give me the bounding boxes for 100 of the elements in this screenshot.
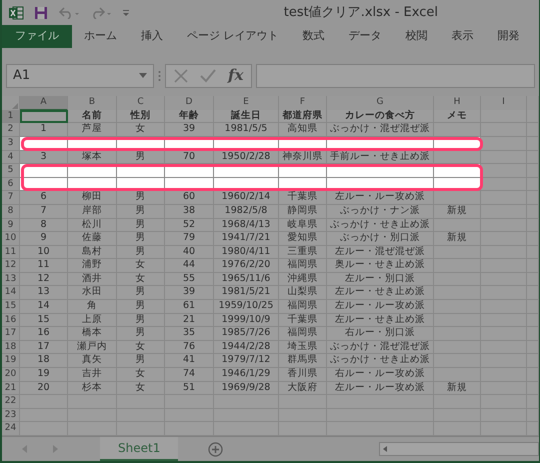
row-header[interactable]: 18 xyxy=(2,340,20,354)
row-header[interactable]: 7 xyxy=(2,191,20,205)
table-cell: ぶっかけ・混ぜ混ぜ派 xyxy=(327,123,434,137)
redo-icon[interactable] xyxy=(90,6,112,19)
row-header[interactable]: 12 xyxy=(2,259,20,273)
ribbon-tab[interactable]: 挿入 xyxy=(129,25,175,48)
table-cell: 左ルー・せき止め派 xyxy=(327,314,434,328)
row-header[interactable]: 10 xyxy=(2,232,20,246)
horizontal-scrollbar[interactable] xyxy=(379,442,539,456)
table-cell: 千葉県 xyxy=(279,314,327,328)
table-cell: 7 xyxy=(20,204,68,219)
ribbon-tab[interactable]: 校閲 xyxy=(394,25,440,48)
ribbon-tab[interactable]: ページ レイアウト xyxy=(175,25,290,48)
table-cell: 群馬県 xyxy=(279,354,327,368)
row-header[interactable]: 15 xyxy=(2,300,20,314)
name-box[interactable]: A1 xyxy=(6,64,154,88)
table-cell: 上原 xyxy=(68,314,117,328)
column-header[interactable]: A xyxy=(20,96,68,111)
table-cell: 14 xyxy=(20,300,68,314)
table-cell: 三重県 xyxy=(279,246,327,260)
checkmark-icon[interactable] xyxy=(200,68,216,83)
formula-field[interactable] xyxy=(256,64,535,88)
row-header[interactable]: 14 xyxy=(2,286,20,300)
table-cell: 島村 xyxy=(68,246,117,260)
scroll-left-icon[interactable] xyxy=(22,445,28,454)
table-cell: 角 xyxy=(68,300,117,314)
table-cell: 山梨県 xyxy=(279,286,327,300)
table-cell: 埼玉県 xyxy=(279,340,327,354)
table-cell: 1980/4/11 xyxy=(214,246,279,260)
table-cell: ぶっかけ・別口派 xyxy=(327,232,434,246)
row-header[interactable]: 8 xyxy=(2,204,20,219)
row-header[interactable]: 6 xyxy=(2,178,20,192)
table-cell: 瀬戸内 xyxy=(68,340,117,354)
row-header[interactable]: 20 xyxy=(2,368,20,382)
row-header[interactable]: 9 xyxy=(2,218,20,232)
row-header[interactable]: 1 xyxy=(2,110,20,124)
cell-reference: A1 xyxy=(13,66,30,85)
dropdown-caret-icon[interactable] xyxy=(139,73,147,78)
cancel-icon[interactable] xyxy=(174,68,188,83)
customize-caret-icon[interactable] xyxy=(122,8,130,17)
row-header[interactable]: 2 xyxy=(2,123,20,137)
table-cell: 1999/10/9 xyxy=(214,314,279,328)
table-cell: 塚本 xyxy=(68,150,117,164)
table-cell: 1981/5/5 xyxy=(214,123,279,137)
table-cell: 1985/7/26 xyxy=(214,327,279,341)
table-cell: 都道府県 xyxy=(279,110,327,124)
row-header[interactable]: 13 xyxy=(2,272,20,286)
ribbon-tab[interactable]: 数式 xyxy=(290,25,336,48)
save-icon[interactable] xyxy=(34,6,48,20)
table-cell: 1976/2/20 xyxy=(214,259,279,273)
sheet-tab[interactable]: Sheet1 xyxy=(100,437,178,462)
row-header[interactable]: 23 xyxy=(2,408,20,422)
grip-dots-icon xyxy=(158,70,161,82)
undo-icon[interactable] xyxy=(58,6,80,19)
table-cell: 芦屋 xyxy=(68,123,117,137)
table-cell: 21 xyxy=(165,314,214,328)
table-cell: 3 xyxy=(20,150,68,164)
table-cell: 橋本 xyxy=(68,327,117,341)
table-cell: 38 xyxy=(165,204,214,219)
table-cell: 6 xyxy=(20,191,68,205)
row-header[interactable]: 16 xyxy=(2,314,20,328)
row-header[interactable]: 3 xyxy=(2,136,20,151)
table-cell: 福岡県 xyxy=(279,300,327,314)
table-cell: ぶっかけ・混ぜ混ぜ派 xyxy=(327,340,434,354)
table-cell: 左ルー・ルー攻め派 xyxy=(327,191,434,205)
ribbon-tab[interactable]: ホーム xyxy=(72,25,129,48)
row-header[interactable]: 17 xyxy=(2,327,20,341)
table-cell: 奥ルー・せき止め派 xyxy=(327,259,434,273)
row-header[interactable]: 4 xyxy=(2,150,20,164)
select-all-corner-icon[interactable] xyxy=(12,102,18,109)
scroll-right-icon[interactable] xyxy=(52,445,58,454)
table-cell: 右ルー・ルー攻め派 xyxy=(327,368,434,382)
window-title: test値クリア.xlsx - Excel xyxy=(282,4,439,22)
row-header[interactable]: 22 xyxy=(2,395,20,409)
table-cell: 千葉県 xyxy=(279,191,327,205)
row-header[interactable]: 11 xyxy=(2,246,20,260)
insert-function-button[interactable]: fx xyxy=(228,64,244,87)
table-cell: 1 xyxy=(20,123,68,137)
row-header[interactable]: 5 xyxy=(2,164,20,178)
table-cell: 1946/1/29 xyxy=(214,368,279,382)
row-header[interactable]: 19 xyxy=(2,354,20,368)
row-header[interactable]: 21 xyxy=(2,382,20,396)
table-cell: 女 xyxy=(117,259,165,273)
ribbon-tab[interactable]: 表示 xyxy=(440,25,486,48)
table-cell: 左ルー・別口派 xyxy=(327,272,434,286)
table-cell: 男 xyxy=(117,300,165,314)
row-header[interactable]: 24 xyxy=(2,422,20,436)
ribbon-tab[interactable]: 開発 xyxy=(486,25,532,48)
file-tab[interactable]: ファイル xyxy=(2,25,72,48)
table-cell: 1979/7/12 xyxy=(214,354,279,368)
table-cell: 40 xyxy=(165,246,214,260)
table-cell: 浦野 xyxy=(68,259,117,273)
table-cell: ぶっかけ・せき止め派 xyxy=(327,218,434,232)
table-cell: 1941/7/21 xyxy=(214,232,279,246)
table-cell: 水田 xyxy=(68,286,117,300)
table-cell: 1969/9/28 xyxy=(214,382,279,396)
add-sheet-icon[interactable] xyxy=(208,442,224,457)
table-cell: 高知県 xyxy=(279,123,327,137)
table-cell: 左ルー・ルー攻め派 xyxy=(327,382,434,396)
ribbon-tab[interactable]: データ xyxy=(336,25,394,48)
